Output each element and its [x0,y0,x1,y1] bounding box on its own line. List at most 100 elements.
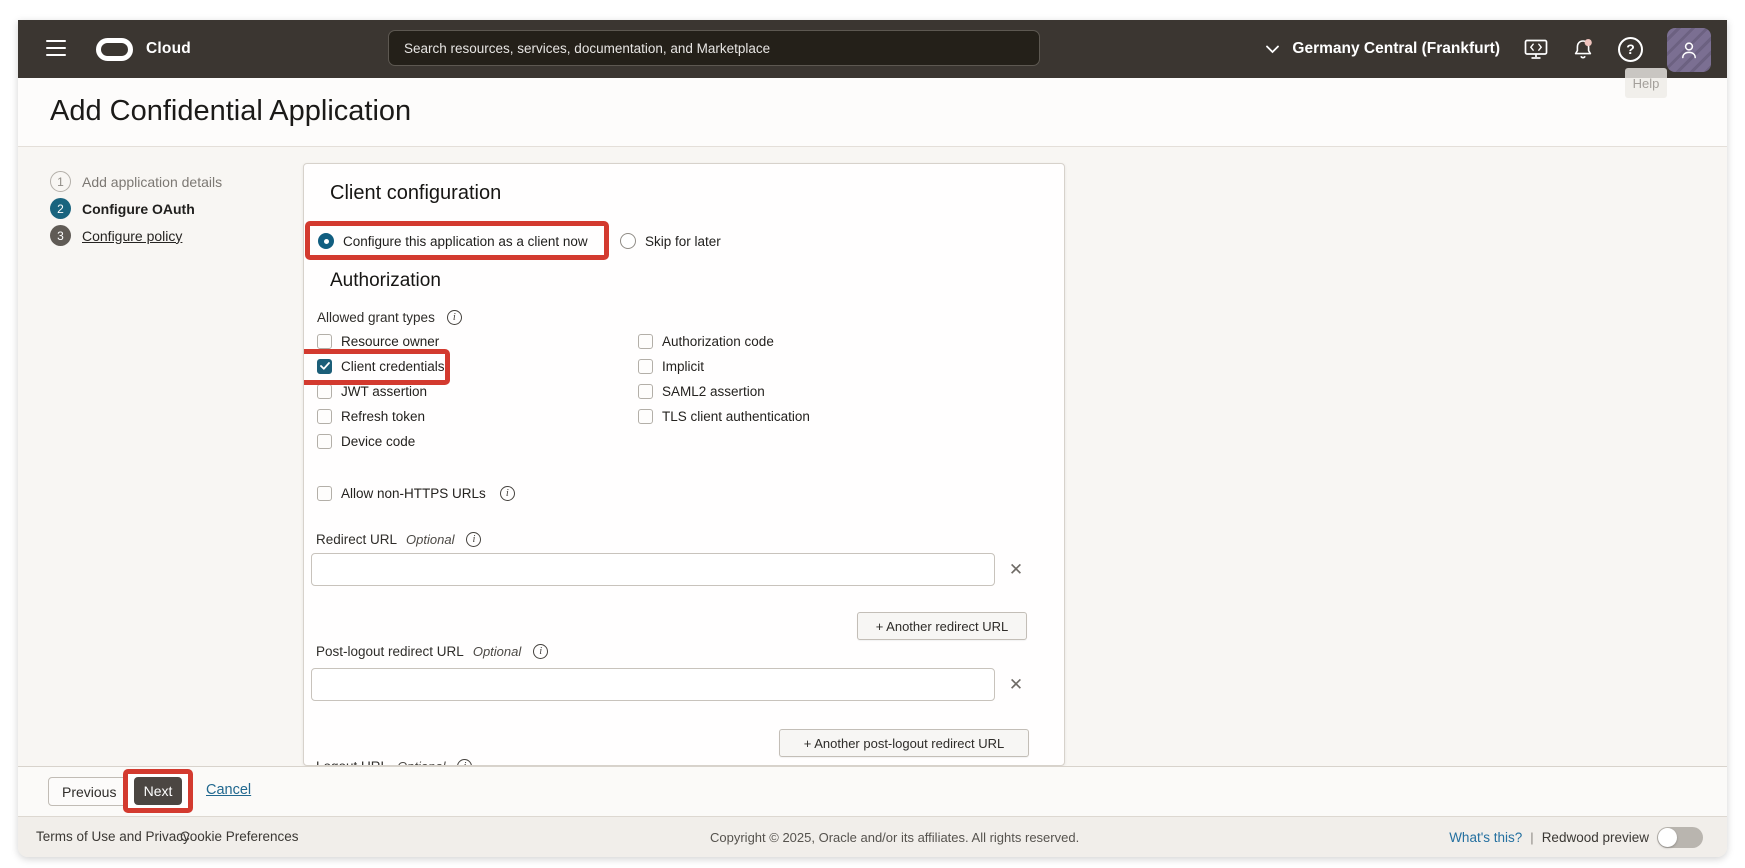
grant-label[interactable]: TLS client authentication [662,409,810,424]
step-label: Configure policy [82,228,182,244]
oauth-config-card: Client configuration Configure this appl… [303,163,1065,766]
wizard-action-bar: Previous Next Cancel [18,766,1727,816]
page-header: Add Confidential Application [18,78,1727,147]
page-title: Add Confidential Application [50,95,411,128]
wizard-steps: 1 Add application details 2 Configure OA… [50,171,222,252]
implicit-checkbox[interactable] [638,359,653,374]
redirect-url-label-row: Redirect URL Optional i [316,530,481,548]
add-post-logout-url-button[interactable]: + Another post-logout redirect URL [779,729,1029,757]
help-icon[interactable]: ? [1618,37,1643,62]
grant-label[interactable]: Implicit [662,359,704,374]
allow-non-https-checkbox[interactable] [317,486,332,501]
optional-label: Optional [406,532,454,547]
allow-non-https-row: Allow non-HTTPS URLs i [317,484,515,502]
resource-owner-checkbox[interactable] [317,334,332,349]
previous-button[interactable]: Previous [48,777,130,806]
redirect-url-label: Redirect URL [316,532,397,547]
help-tooltip: Help [1625,68,1667,98]
grant-authorization-code: Authorization code [638,332,774,350]
grant-client-credentials: Client credentials [317,357,445,375]
radio-row-skip: Skip for later [620,232,721,250]
device-code-checkbox[interactable] [317,434,332,449]
cancel-link[interactable]: Cancel [206,782,251,798]
step-number: 2 [50,198,71,219]
logout-url-label: Logout URL [316,759,388,767]
optional-label: Optional [473,644,521,659]
add-redirect-url-button[interactable]: + Another redirect URL [857,612,1027,640]
brand-label: Cloud [146,40,191,58]
whats-this-link[interactable]: What's this? [1449,830,1522,845]
redirect-url-input[interactable] [311,553,995,586]
post-logout-url-input[interactable] [311,668,995,701]
clear-redirect-url-icon[interactable]: ✕ [1004,558,1028,582]
terms-link[interactable]: Terms of Use and Privacy [36,829,190,844]
search-input[interactable] [388,30,1040,66]
client-configuration-heading: Client configuration [330,182,501,205]
jwt-assertion-checkbox[interactable] [317,384,332,399]
configure-now-label[interactable]: Configure this application as a client n… [343,234,588,249]
redwood-preview-label: Redwood preview [1542,830,1649,845]
grant-refresh-token: Refresh token [317,407,425,425]
grant-label[interactable]: SAML2 assertion [662,384,765,399]
step-configure-policy[interactable]: 3 Configure policy [50,225,222,246]
step-add-application-details[interactable]: 1 Add application details [50,171,222,192]
redirect-url-info-icon[interactable]: i [466,532,481,547]
region-label: Germany Central (Frankfurt) [1292,40,1500,58]
grant-label[interactable]: Refresh token [341,409,425,424]
grant-label[interactable]: Client credentials [341,359,445,374]
allowed-grant-types-row: Allowed grant types i [317,308,462,326]
allowed-grant-types-label: Allowed grant types [317,310,435,325]
cookie-preferences-link[interactable]: Cookie Preferences [180,829,299,844]
toggle-knob [1658,828,1677,847]
post-logout-label-row: Post-logout redirect URL Optional i [316,642,548,660]
page-footer: Terms of Use and Privacy Cookie Preferen… [18,816,1727,857]
grant-types-info-icon[interactable]: i [447,310,462,325]
configure-now-radio[interactable] [318,233,334,249]
oracle-logo-icon[interactable] [96,38,133,61]
hamburger-menu-icon[interactable] [46,40,66,56]
footer-separator: | [1530,830,1533,845]
tls-client-auth-checkbox[interactable] [638,409,653,424]
logout-url-info-icon[interactable]: i [457,759,472,767]
grant-label[interactable]: Resource owner [341,334,439,349]
client-credentials-checkbox[interactable] [317,359,332,374]
authorization-heading: Authorization [330,270,441,292]
logout-url-label-row: Logout URL Optional i [316,757,472,766]
saml2-assertion-checkbox[interactable] [638,384,653,399]
grant-implicit: Implicit [638,357,704,375]
step-label: Add application details [82,174,222,190]
console-window: Cloud Germany Central (Frankfurt) ? Help… [18,20,1727,857]
grant-tls-client-auth: TLS client authentication [638,407,810,425]
region-selector[interactable]: Germany Central (Frankfurt) [1266,40,1500,58]
grant-label[interactable]: JWT assertion [341,384,427,399]
cloud-shell-icon[interactable] [1524,39,1548,60]
chevron-down-icon [1266,45,1279,54]
redwood-preview-toggle[interactable] [1657,827,1703,848]
skip-for-later-label[interactable]: Skip for later [645,234,721,249]
annotation-box-next: Next [123,769,193,813]
skip-for-later-radio[interactable] [620,233,636,249]
refresh-token-checkbox[interactable] [317,409,332,424]
optional-label: Optional [397,759,445,767]
post-logout-label: Post-logout redirect URL [316,644,464,659]
grant-saml2-assertion: SAML2 assertion [638,382,765,400]
allow-non-https-info-icon[interactable]: i [500,486,515,501]
grant-resource-owner: Resource owner [317,332,439,350]
authorization-code-checkbox[interactable] [638,334,653,349]
step-number: 1 [50,171,71,192]
clear-post-logout-url-icon[interactable]: ✕ [1004,673,1028,697]
step-label: Configure OAuth [82,201,195,217]
grant-jwt-assertion: JWT assertion [317,382,427,400]
grant-label[interactable]: Authorization code [662,334,774,349]
step-configure-oauth: 2 Configure OAuth [50,198,222,219]
copyright-text: Copyright © 2025, Oracle and/or its affi… [710,830,1079,845]
post-logout-info-icon[interactable]: i [533,644,548,659]
step-number: 3 [50,225,71,246]
notifications-bell-icon[interactable] [1572,38,1594,61]
main-content: 1 Add application details 2 Configure OA… [18,147,1727,766]
top-navbar: Cloud Germany Central (Frankfurt) ? [18,20,1727,78]
user-avatar[interactable] [1667,28,1711,72]
allow-non-https-label[interactable]: Allow non-HTTPS URLs [341,486,486,501]
grant-label[interactable]: Device code [341,434,415,449]
next-button[interactable]: Next [134,777,182,805]
